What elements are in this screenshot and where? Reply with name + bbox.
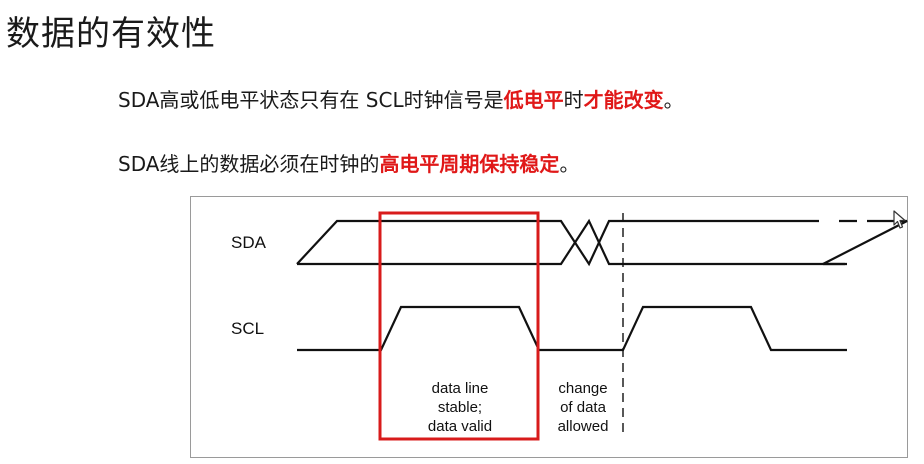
timing-diagram: SDA SCL data line stable; data valid cha… bbox=[190, 196, 908, 458]
sda-waveform bbox=[296, 218, 908, 267]
text-line-2-highlight-1: 高电平周期保持稳定 bbox=[379, 152, 560, 176]
text-line-1-part-3: 。 bbox=[663, 88, 684, 112]
text-line-1: SDA高或低电平状态只有在 SCL时钟信号是低电平时才能改变。 bbox=[118, 84, 684, 113]
text-line-1-part-2: 时 bbox=[563, 88, 584, 112]
sda-high-rail bbox=[296, 219, 791, 267]
mouse-pointer-icon bbox=[893, 210, 907, 234]
text-line-1-highlight-1: 低电平 bbox=[503, 88, 564, 112]
page-title: 数据的有效性 bbox=[6, 14, 216, 54]
sda-low-rail bbox=[297, 218, 807, 266]
text-line-1-part-1: SDA高或低电平状态只有在 SCL时钟信号是 bbox=[118, 88, 504, 112]
caption-change-allowed-line-1: change bbox=[558, 380, 608, 397]
caption-data-valid-line-1: data line bbox=[431, 380, 489, 397]
caption-change-allowed-line-3: allowed bbox=[557, 418, 609, 435]
text-line-1-highlight-2: 才能改变 bbox=[583, 88, 664, 112]
caption-data-valid: data line stable; data valid bbox=[405, 379, 515, 436]
caption-data-valid-line-3: data valid bbox=[427, 418, 493, 435]
caption-change-allowed-line-2: of data bbox=[560, 399, 606, 416]
text-line-2-part-2: 。 bbox=[559, 152, 580, 176]
scl-label: SCL bbox=[231, 319, 265, 338]
text-line-2-part-1: SDA线上的数据必须在时钟的 bbox=[118, 152, 380, 176]
caption-change-allowed: change of data allowed bbox=[543, 379, 623, 436]
sda-label: SDA bbox=[231, 233, 266, 252]
caption-data-valid-line-2: stable; bbox=[437, 399, 483, 416]
text-line-2: SDA线上的数据必须在时钟的高电平周期保持稳定。 bbox=[118, 148, 579, 177]
